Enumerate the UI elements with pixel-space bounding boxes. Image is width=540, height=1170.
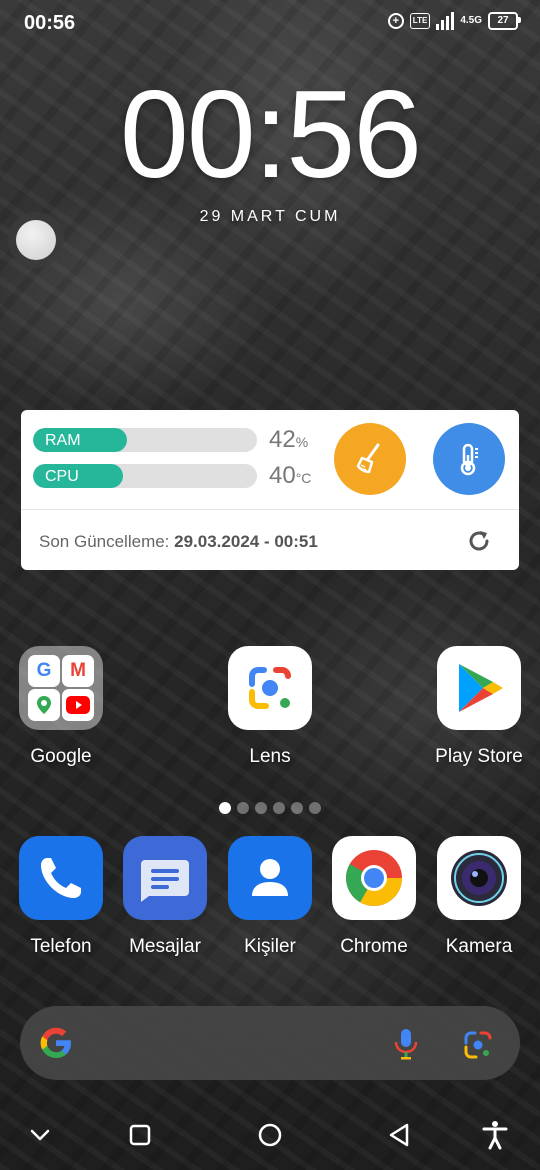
page-dot[interactable]	[219, 802, 231, 814]
page-dot[interactable]	[273, 802, 285, 814]
app-lens[interactable]: Lens	[218, 646, 322, 768]
page-indicator[interactable]	[0, 802, 540, 814]
system-monitor-widget[interactable]: RAM 42% CPU 40°C Son Güncelleme: 29.03.2…	[21, 410, 519, 570]
broom-icon	[356, 443, 380, 474]
app-google-folder[interactable]: G M Google	[9, 646, 113, 768]
chrome-icon	[332, 836, 416, 920]
gmail-mini-icon: M	[62, 655, 94, 687]
cpu-value: 40°C	[269, 462, 312, 489]
app-label: Lens	[249, 746, 291, 767]
status-icons: + LTE 4.5G 27	[387, 12, 521, 30]
thermometer-icon	[460, 443, 478, 476]
google-g-icon	[40, 1027, 71, 1058]
signal-icon	[436, 12, 455, 30]
app-label: Chrome	[340, 936, 408, 957]
app-mesajlar[interactable]: Mesajlar	[113, 836, 217, 958]
cpu-cooler-button[interactable]	[433, 423, 505, 495]
lens-icon[interactable]	[462, 1029, 494, 1061]
widget-divider	[21, 509, 519, 510]
navigation-bar	[0, 1100, 540, 1170]
app-kisiler[interactable]: Kişiler	[218, 836, 322, 958]
battery-icon: 27	[488, 12, 521, 30]
google-search-bar[interactable]	[20, 1006, 520, 1080]
app-label: Google	[30, 746, 92, 767]
page-dot[interactable]	[237, 802, 249, 814]
app-telefon[interactable]: Telefon	[9, 836, 113, 958]
memory-clean-button[interactable]	[334, 423, 406, 495]
clock-date[interactable]: 29 MART CUM	[0, 208, 540, 226]
network-type: 4.5G	[460, 15, 482, 26]
google-mini-icon: G	[28, 655, 60, 687]
app-kamera[interactable]: Kamera	[427, 836, 531, 958]
google-folder-icon: G M	[19, 646, 103, 730]
phone-icon	[19, 836, 103, 920]
status-bar: 00:56 + LTE 4.5G 27	[0, 0, 540, 46]
app-label: Telefon	[30, 936, 92, 957]
lte-icon: LTE	[409, 13, 431, 29]
home-icon[interactable]	[253, 1118, 287, 1152]
page-dot[interactable]	[291, 802, 303, 814]
ram-bar-track: RAM	[33, 428, 257, 452]
app-label: Mesajlar	[129, 936, 201, 957]
app-chrome[interactable]: Chrome	[322, 836, 426, 958]
ram-value: 42%	[269, 426, 309, 453]
cpu-label: CPU	[45, 468, 79, 485]
camera-icon	[437, 836, 521, 920]
page-dot[interactable]	[309, 802, 321, 814]
lockscreen-clock[interactable]: 00:56	[0, 70, 540, 200]
back-icon[interactable]	[382, 1118, 416, 1152]
maps-mini-icon	[28, 689, 60, 721]
app-label: Play Store	[435, 746, 523, 767]
play-store-icon	[437, 646, 521, 730]
assistive-floating-ball[interactable]	[8, 212, 64, 268]
mic-icon[interactable]	[392, 1027, 420, 1061]
refresh-icon[interactable]	[465, 527, 493, 555]
ram-label: RAM	[45, 432, 81, 449]
lens-app-icon	[228, 646, 312, 730]
add-circle-icon: +	[387, 13, 404, 29]
app-label: Kişiler	[244, 936, 296, 957]
app-play-store[interactable]: Play Store	[427, 646, 531, 768]
last-update-text: Son Güncelleme: 29.03.2024 - 00:51	[39, 532, 318, 551]
accessibility-icon[interactable]	[478, 1118, 512, 1152]
contacts-icon	[228, 836, 312, 920]
app-label: Kamera	[445, 936, 513, 957]
messages-icon	[123, 836, 207, 920]
cpu-bar-track: CPU	[33, 464, 257, 488]
status-time: 00:56	[24, 12, 76, 34]
youtube-mini-icon	[62, 689, 94, 721]
chevron-down-icon[interactable]	[23, 1118, 57, 1152]
recents-icon[interactable]	[123, 1118, 157, 1152]
page-dot[interactable]	[255, 802, 267, 814]
